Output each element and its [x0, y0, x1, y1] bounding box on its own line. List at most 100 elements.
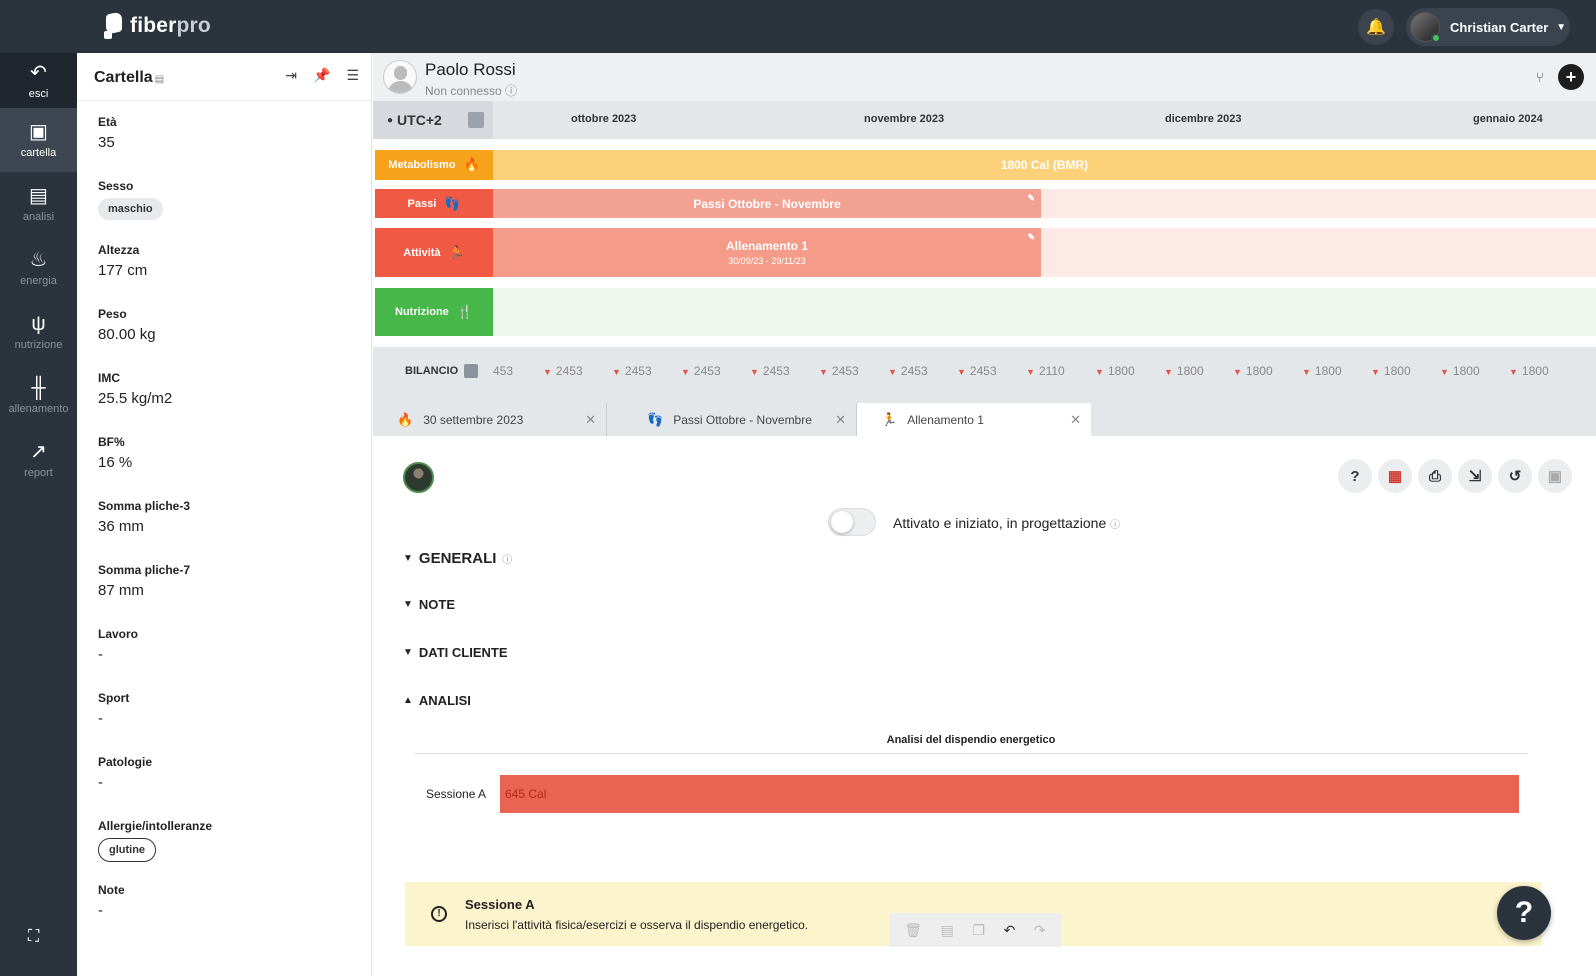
paste-icon[interactable]: ▤ [941, 922, 954, 939]
bilancio-value: ▼ 1800 [1440, 364, 1480, 378]
edit-icon[interactable]: ✎ [1027, 193, 1035, 204]
edit-icon[interactable]: ✎ [1027, 232, 1035, 243]
history-button[interactable]: ↺ [1498, 459, 1532, 493]
patient-header: Paolo Rossi Non connesso ⓘ ⑂ + [373, 53, 1596, 101]
field-eta: Età 35 [98, 115, 117, 151]
flame-icon: ♨ [29, 249, 48, 271]
redo-icon[interactable]: ↷ [1034, 922, 1046, 939]
detail-content: ? ▦ ⎙ ⇲ ↺ ▣ Attivato e iniziato, in prog… [373, 436, 1596, 976]
edit-record-icon[interactable]: ☰ [346, 67, 359, 84]
passi-bar[interactable]: Passi Ottobre - Novembre ✎ [493, 189, 1041, 218]
timeline-header: ● UTC+2 ottobre 2023 novembre 2023 dicemb… [373, 101, 1596, 139]
field-altezza: Altezza 177 cm [98, 243, 148, 279]
row-label-nutrizione[interactable]: Nutrizione 🍴 [375, 288, 493, 336]
nav-cartella[interactable]: ▣ cartella [0, 108, 77, 172]
trainer-avatar[interactable] [403, 462, 434, 493]
info-icon[interactable]: ⓘ [505, 84, 517, 98]
copy-icon[interactable]: ❐ [972, 922, 985, 939]
chevron-down-icon: ▼ [403, 599, 413, 610]
field-somma-pliche-7: Somma pliche-7 87 mm [98, 563, 191, 599]
nav-energia[interactable]: ♨ energia [0, 236, 77, 300]
top-bar: fiberpro 🔔 Christian Carter ▼ [0, 0, 1596, 53]
help-button[interactable]: ? [1338, 459, 1372, 493]
flame-icon: 🔥 [463, 157, 480, 172]
delete-button[interactable]: ▦ [1378, 459, 1412, 493]
attivita-bar[interactable]: Allenamento 1 30/09/23 - 29/11/23 ✎ [493, 228, 1041, 277]
calendar-icon[interactable] [467, 112, 484, 128]
bar-chart-icon[interactable] [464, 364, 479, 378]
bilancio-value: ▼ 1800 [1095, 364, 1135, 378]
nav-report-label: report [24, 467, 53, 479]
nutrizione-track[interactable] [493, 288, 1596, 336]
nav-allenamento[interactable]: ╫ allenamento [0, 364, 77, 428]
info-icon[interactable]: ⓘ [502, 551, 512, 566]
logo-text-main: fiber [130, 14, 177, 37]
section-generali[interactable]: ▼ GENERALI ⓘ [403, 550, 512, 567]
timezone-selector[interactable]: ● UTC+2 [373, 101, 493, 139]
export-button[interactable]: ⇲ [1458, 459, 1492, 493]
row-label-attivita[interactable]: Attività 🏃 [375, 228, 493, 277]
section-note[interactable]: ▼ NOTE [403, 597, 455, 612]
chart-title: Analisi del dispendio energetico [415, 734, 1527, 754]
metabolismo-bar[interactable]: 1800 Cal (BMR) [493, 150, 1596, 180]
close-icon[interactable]: ✕ [585, 412, 596, 428]
close-icon[interactable]: ✕ [835, 412, 846, 428]
print-button[interactable]: ⎙ [1418, 459, 1452, 493]
patient-avatar[interactable] [383, 60, 417, 94]
export-icon: ⇲ [1468, 468, 1482, 485]
row-label-passi[interactable]: Passi 👣 [375, 189, 493, 218]
online-status-dot [1431, 33, 1441, 43]
tab-passi[interactable]: 👣 Passi Ottobre - Novembre ✕ [623, 403, 857, 436]
nav-nutrizione[interactable]: ψ nutrizione [0, 300, 77, 364]
fiberpro-logo[interactable]: fiberpro [104, 12, 211, 40]
collapse-panel-icon[interactable]: ⇥ [285, 67, 297, 84]
patient-status: Non connesso ⓘ [425, 84, 518, 98]
save-icon: ▣ [1547, 468, 1563, 485]
fullscreen-icon[interactable]: ⛶ [28, 928, 39, 946]
trash-icon[interactable]: 🗑 [904, 922, 922, 939]
month-label: novembre 2023 [864, 113, 945, 125]
chart-bar[interactable]: 645 Cal [500, 775, 1519, 813]
triangle-down-icon: ▼ [1440, 367, 1449, 377]
nav-analisi-label: analisi [22, 211, 55, 223]
tab-30-settembre[interactable]: 🔥 30 settembre 2023 ✕ [373, 403, 607, 436]
document-icon: ▤ [29, 185, 48, 207]
month-label: dicembre 2023 [1165, 113, 1242, 125]
close-icon[interactable]: ✕ [1070, 412, 1081, 428]
status-toggle[interactable] [828, 508, 876, 536]
undo-icon[interactable]: ↶ [1004, 922, 1016, 939]
footsteps-icon: 👣 [444, 195, 461, 211]
bilancio-value: ▼ 2453 [543, 364, 583, 378]
chevron-down-icon: ▼ [403, 647, 413, 658]
add-button[interactable]: + [1558, 64, 1584, 90]
help-chat-button[interactable]: ? [1497, 886, 1551, 940]
bilancio-value: 453 [493, 364, 514, 378]
nav-exit[interactable]: ↶ esci [0, 53, 77, 108]
chevron-down-icon: ▼ [1556, 21, 1567, 33]
field-lavoro: Lavoro - [98, 627, 139, 663]
row-label-metabolismo[interactable]: Metabolismo 🔥 [375, 150, 493, 180]
triangle-down-icon: ▼ [612, 367, 621, 377]
notifications-button[interactable]: 🔔 [1358, 9, 1394, 45]
pin-icon[interactable]: 📌 [313, 67, 330, 84]
cartella-panel: Cartella ▤ ⇥ 📌 ☰ Età 35 Sesso maschio Alt… [77, 53, 372, 976]
save-button[interactable]: ▣ [1538, 459, 1572, 493]
section-dati-cliente[interactable]: ▼ DATI CLIENTE [403, 645, 508, 660]
section-analisi[interactable]: ▲ ANALISI [403, 693, 471, 708]
nav-exit-label: esci [28, 87, 49, 100]
month-label: gennaio 2024 [1473, 113, 1543, 125]
branch-icon[interactable]: ⑂ [1536, 69, 1544, 85]
warning-circle-icon: ! [431, 906, 447, 922]
nav-nutrizione-label: nutrizione [14, 339, 63, 351]
triangle-down-icon: ▼ [957, 367, 966, 377]
triangle-down-icon: ▼ [750, 367, 759, 377]
field-bf: BF% 16 % [98, 435, 133, 471]
tab-allenamento[interactable]: 🏃 Allenamento 1 ✕ [857, 403, 1091, 436]
chart-category-label: Sessione A [426, 787, 487, 801]
nav-analisi[interactable]: ▤ analisi [0, 172, 77, 236]
user-menu[interactable]: Christian Carter ▼ [1406, 8, 1570, 46]
nav-report[interactable]: ↗ report [0, 428, 77, 492]
field-imc: IMC 25.5 kg/m2 [98, 371, 173, 407]
info-icon[interactable]: ⓘ [1110, 520, 1120, 531]
month-label: ottobre 2023 [571, 113, 637, 125]
